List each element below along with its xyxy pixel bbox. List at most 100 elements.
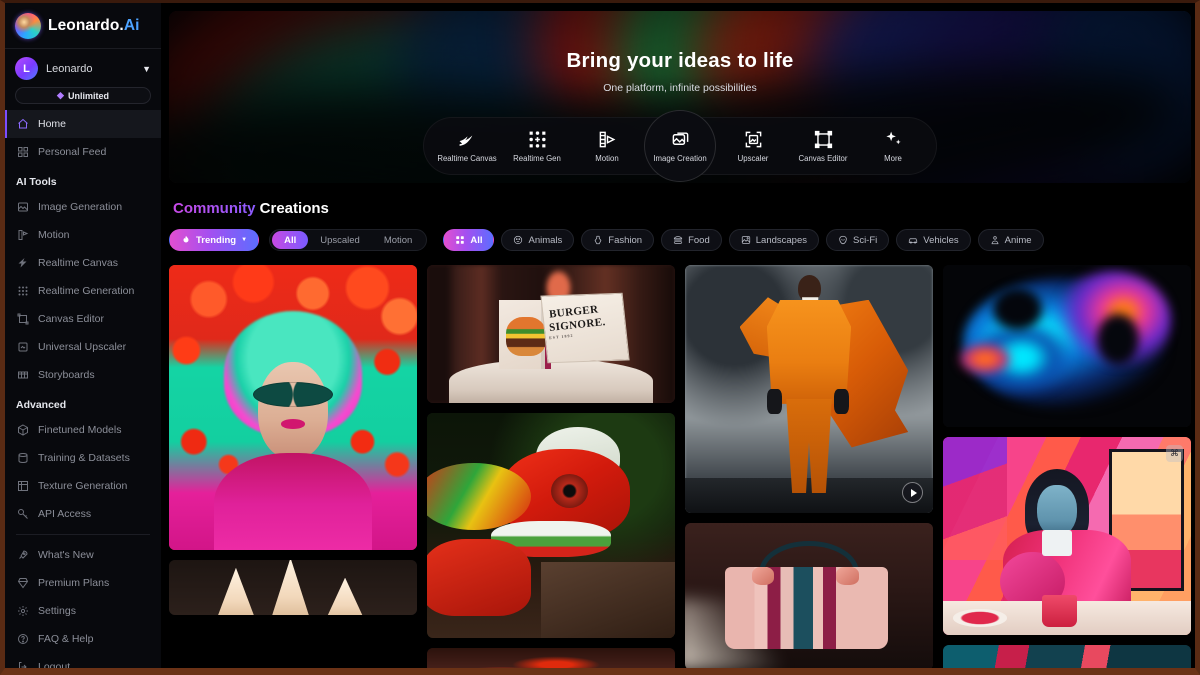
sidebar-item-label: Motion bbox=[38, 229, 70, 241]
sidebar-heading-advanced: Advanced bbox=[16, 399, 67, 411]
sidebar-item-image-generation[interactable]: Image Generation bbox=[5, 193, 161, 221]
artwork-image bbox=[169, 265, 417, 550]
sidebar-item-label: Logout bbox=[38, 661, 71, 668]
artwork-image bbox=[427, 413, 675, 638]
gallery-card-red-chameleon[interactable] bbox=[427, 413, 675, 638]
category-food[interactable]: Food bbox=[661, 229, 722, 251]
category-all[interactable]: All bbox=[443, 229, 495, 251]
texture-icon bbox=[16, 480, 29, 493]
alien-icon bbox=[838, 235, 848, 245]
tool-label: More bbox=[884, 153, 902, 163]
sidebar-item-label: Settings bbox=[38, 605, 76, 617]
gallery-card-pink-teal-portrait[interactable] bbox=[169, 265, 417, 550]
category-label: Landscapes bbox=[755, 234, 807, 246]
tool-realtime-canvas[interactable]: Realtime Canvas bbox=[432, 119, 502, 173]
sidebar-item-motion[interactable]: Motion bbox=[5, 221, 161, 249]
sidebar-item-label: Realtime Generation bbox=[38, 285, 135, 297]
sidebar-item-label: API Access bbox=[38, 508, 92, 520]
gallery-card-orange-suit-model[interactable] bbox=[685, 265, 933, 513]
sidebar-item-finetuned-models[interactable]: Finetuned Models bbox=[5, 416, 161, 444]
tool-label: Image Creation bbox=[653, 153, 707, 163]
trending-dropdown[interactable]: Trending ▼ bbox=[169, 229, 260, 251]
category-label: Food bbox=[688, 234, 710, 246]
brand-logo[interactable]: Leonardo.Ai bbox=[5, 3, 161, 49]
view-segment-control: All Upscaled Motion bbox=[269, 229, 428, 251]
page-title-accent: Community bbox=[173, 200, 256, 217]
account-switcher[interactable]: L Leonardo ▼ bbox=[5, 49, 161, 86]
sidebar-item-label: Finetuned Models bbox=[38, 424, 122, 436]
segment-motion[interactable]: Motion bbox=[372, 231, 425, 249]
dots-grid-icon bbox=[16, 285, 29, 298]
sidebar-item-realtime-canvas[interactable]: Realtime Canvas bbox=[5, 249, 161, 277]
gallery-column: BURGER SIGNORE. EST 1892 bbox=[427, 265, 675, 668]
photos-icon bbox=[671, 130, 690, 149]
sidebar-item-training-datasets[interactable]: Training & Datasets bbox=[5, 444, 161, 472]
avatar: L bbox=[15, 57, 38, 80]
category-vehicles[interactable]: Vehicles bbox=[896, 229, 971, 251]
tool-upscaler[interactable]: Upscaler bbox=[718, 119, 788, 173]
tool-realtime-gen[interactable]: Realtime Gen bbox=[502, 119, 572, 173]
tool-more[interactable]: More bbox=[858, 119, 928, 173]
category-chips: All Animals Fashion Food Landscapes Sci-… bbox=[443, 229, 1044, 251]
sidebar-item-storyboards[interactable]: Storyboards bbox=[5, 361, 161, 389]
category-animals[interactable]: Animals bbox=[501, 229, 575, 251]
tool-canvas-editor[interactable]: Canvas Editor bbox=[788, 119, 858, 173]
sidebar-item-label: Home bbox=[38, 118, 67, 130]
brand-title: Leonardo.Ai bbox=[48, 16, 140, 34]
sidebar-item-personal-feed[interactable]: Personal Feed bbox=[5, 138, 161, 166]
help-icon bbox=[16, 633, 29, 646]
mountain-icon bbox=[741, 235, 751, 245]
category-landscapes[interactable]: Landscapes bbox=[728, 229, 819, 251]
sidebar-item-settings[interactable]: Settings bbox=[5, 597, 161, 625]
sidebar-item-premium-plans[interactable]: Premium Plans bbox=[5, 569, 161, 597]
category-sci-fi[interactable]: Sci-Fi bbox=[825, 229, 890, 251]
gallery-card-red-abstract-peek[interactable] bbox=[427, 648, 675, 668]
gallery-card-cream-swirls[interactable] bbox=[169, 560, 417, 615]
pin-button[interactable]: ⌘ bbox=[1166, 445, 1183, 462]
gallery-card-girl-with-coffee[interactable]: ⌘ bbox=[943, 437, 1191, 635]
hero-subtitle: One platform, infinite possibilities bbox=[603, 82, 757, 94]
sidebar-item-api-access[interactable]: API Access bbox=[5, 500, 161, 528]
lightning-icon bbox=[458, 130, 477, 149]
category-label: Anime bbox=[1004, 234, 1032, 246]
tool-image-creation[interactable]: Image Creation bbox=[644, 110, 716, 182]
play-button[interactable] bbox=[902, 482, 923, 503]
community-gallery: BURGER SIGNORE. EST 1892 ⌘ bbox=[169, 265, 1195, 668]
chevron-down-icon[interactable]: ▼ bbox=[241, 237, 247, 243]
category-anime[interactable]: Anime bbox=[977, 229, 1044, 251]
sidebar-item-label: Canvas Editor bbox=[38, 313, 104, 325]
gallery-card-striped-handbag[interactable] bbox=[685, 523, 933, 668]
gallery-card-teal-red-peek[interactable] bbox=[943, 645, 1191, 668]
artwork-image bbox=[685, 523, 933, 668]
sidebar-item-label: FAQ & Help bbox=[38, 633, 94, 645]
sidebar-item-universal-upscaler[interactable]: Universal Upscaler bbox=[5, 333, 161, 361]
diamond-icon bbox=[16, 577, 29, 590]
cube-icon bbox=[16, 424, 29, 437]
artwork-image bbox=[685, 265, 933, 513]
chevron-down-icon[interactable]: ▼ bbox=[142, 64, 151, 74]
sidebar-item-home[interactable]: Home bbox=[5, 110, 161, 138]
sidebar-item-logout[interactable]: Logout bbox=[5, 653, 161, 668]
plan-label: Unlimited bbox=[67, 90, 109, 101]
gallery-card-abstract-fluid[interactable] bbox=[943, 265, 1191, 427]
artwork-image bbox=[169, 560, 417, 615]
gallery-card-burger-signore-box[interactable]: BURGER SIGNORE. EST 1892 bbox=[427, 265, 675, 403]
dots-grid-icon bbox=[528, 130, 547, 149]
upscale-icon bbox=[744, 130, 763, 149]
sidebar-item-realtime-generation[interactable]: Realtime Generation bbox=[5, 277, 161, 305]
segment-upscaled[interactable]: Upscaled bbox=[308, 231, 372, 249]
sidebar-item-canvas-editor[interactable]: Canvas Editor bbox=[5, 305, 161, 333]
sidebar-item-texture-generation[interactable]: Texture Generation bbox=[5, 472, 161, 500]
logout-icon bbox=[16, 661, 29, 668]
tool-motion[interactable]: Motion bbox=[572, 119, 642, 173]
sidebar-item-label: Personal Feed bbox=[38, 146, 107, 158]
sidebar-item-whats-new[interactable]: What's New bbox=[5, 541, 161, 569]
category-fashion[interactable]: Fashion bbox=[581, 229, 655, 251]
sidebar-divider bbox=[16, 534, 150, 535]
page-title-rest: Creations bbox=[259, 200, 329, 217]
frame-icon bbox=[16, 313, 29, 326]
plan-badge[interactable]: ◆ Unlimited bbox=[15, 87, 151, 104]
segment-all[interactable]: All bbox=[272, 231, 309, 249]
artwork-image bbox=[943, 437, 1191, 635]
sidebar-item-faq-help[interactable]: FAQ & Help bbox=[5, 625, 161, 653]
